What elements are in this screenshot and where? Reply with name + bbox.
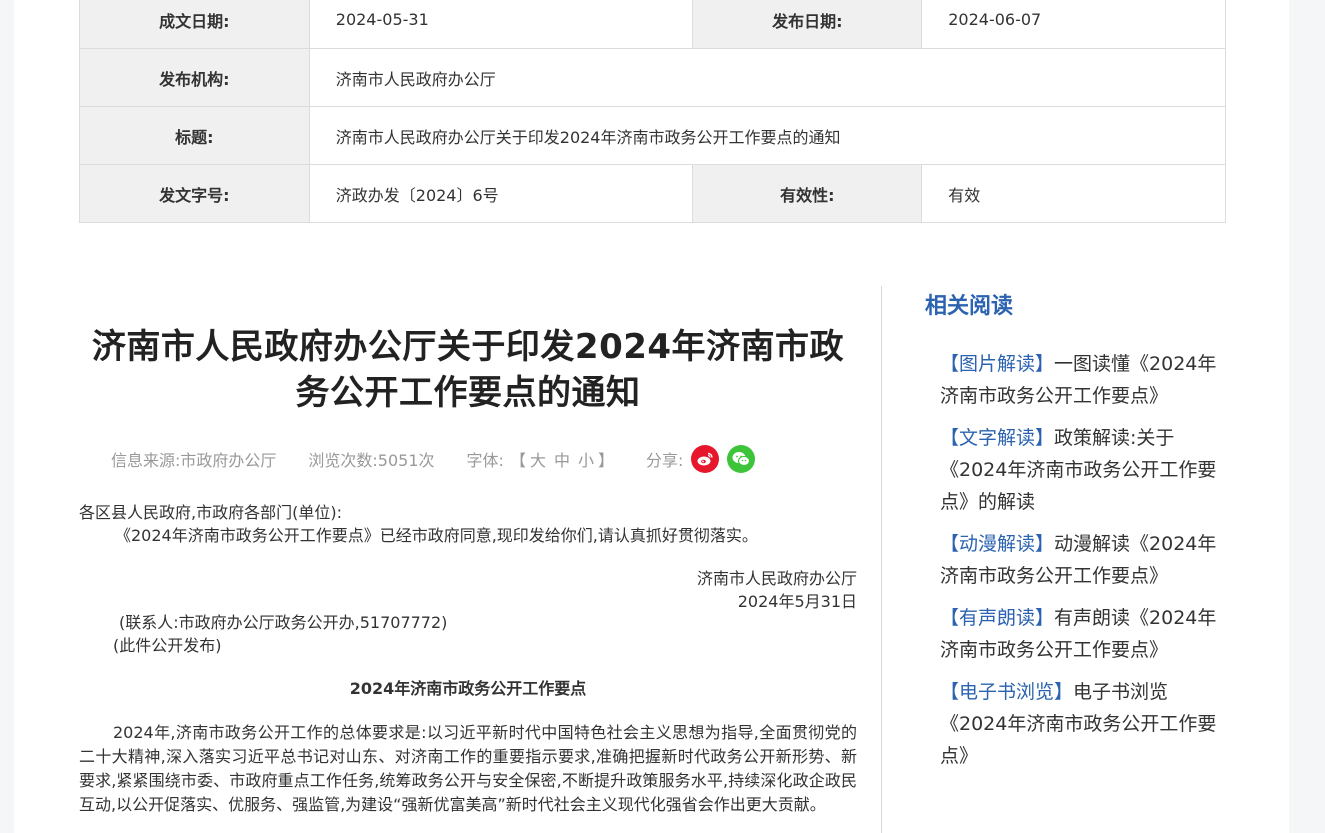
info-row-title: 标题: 济南市人民政府办公厅关于印发2024年济南市政务公开工作要点的通知: [79, 106, 1227, 165]
paragraph-2: 2024年,济南市政务公开工作的总体要求是:以习近平新时代中国特色社会主义思想为…: [79, 723, 857, 814]
wechat-icon: [732, 452, 751, 466]
font-bracket-open: 【: [509, 451, 526, 470]
validity-value: 有效: [921, 164, 1226, 223]
related-item-image[interactable]: 【图片解读】一图读懂《2024年济南市政务公开工作要点》: [940, 348, 1222, 412]
paragraph-1: 《2024年济南市政务公开工作要点》已经市政府同意,现印发给你们,请认真抓好贯彻…: [115, 526, 758, 545]
agency-label: 发布机构:: [79, 48, 310, 107]
weibo-icon: [697, 452, 714, 466]
public-note: (此件公开发布): [113, 636, 222, 655]
date-written-value: 2024-05-31: [308, 0, 694, 49]
font-size-large-button[interactable]: 大: [530, 447, 546, 471]
related-item-ebook[interactable]: 【电子书浏览】电子书浏览《2024年济南市政务公开工作要点》: [940, 676, 1222, 772]
date-published-label: 发布日期:: [692, 0, 923, 49]
agency-value: 济南市人民政府办公厅: [308, 48, 1227, 107]
related-item-text-interpretation[interactable]: 【文字解读】政策解读:关于《2024年济南市政务公开工作要点》的解读: [940, 422, 1222, 518]
related-item-tag: 【动漫解读】: [940, 533, 1055, 555]
salutation: 各区县人民政府,市政府各部门(单位):: [79, 503, 342, 522]
validity-label: 有效性:: [692, 164, 923, 223]
info-row-dates: 成文日期: 2024-05-31 发布日期: 2024-06-07: [79, 0, 1226, 49]
font-size-small-button[interactable]: 小: [578, 447, 594, 471]
font-size-medium-button[interactable]: 中: [554, 447, 570, 471]
related-item-tag: 【电子书浏览】: [940, 681, 1074, 703]
signature-date: 2024年5月31日: [737, 592, 857, 611]
contact-info: (联系人:市政府办公厅政务公开办,51707772): [119, 613, 448, 632]
related-reading-list: 【图片解读】一图读懂《2024年济南市政务公开工作要点》 【文字解读】政策解读:…: [940, 348, 1222, 782]
weibo-share-button[interactable]: [691, 445, 720, 473]
info-row-docno: 发文字号: 济政办发〔2024〕6号 有效性: 有效: [79, 164, 1226, 223]
font-size-label: 字体:: [466, 451, 504, 470]
attachment-subtitle: 2024年济南市政务公开工作要点: [349, 679, 587, 698]
page-margin-left: [0, 0, 14, 833]
related-item-audio[interactable]: 【有声朗读】有声朗读《2024年济南市政务公开工作要点》: [940, 602, 1222, 666]
view-count: 浏览次数:5051次: [308, 451, 435, 470]
article-title: 济南市人民政府办公厅关于印发2024年济南市政务公开工作要点的通知: [91, 327, 845, 413]
article-meta-row: 信息来源:市政府办公厅 浏览次数:5051次 字体: 【 大 中 小 】 分享:: [80, 443, 856, 475]
title-label: 标题:: [79, 106, 310, 165]
column-divider: [881, 286, 882, 833]
doc-no-value: 济政办发〔2024〕6号: [308, 164, 694, 223]
related-reading-heading: 相关阅读: [925, 294, 1014, 319]
source-info: 信息来源:市政府办公厅: [111, 451, 277, 470]
page-margin-right: [1289, 0, 1325, 833]
related-item-animation[interactable]: 【动漫解读】动漫解读《2024年济南市政务公开工作要点》: [940, 528, 1222, 592]
doc-no-label: 发文字号:: [79, 164, 310, 223]
document-info-table: 成文日期: 2024-05-31 发布日期: 2024-06-07 发布机构: …: [79, 0, 1227, 223]
title-value: 济南市人民政府办公厅关于印发2024年济南市政务公开工作要点的通知: [308, 106, 1227, 165]
related-item-tag: 【有声朗读】: [940, 607, 1055, 629]
related-item-tag: 【图片解读】: [940, 353, 1055, 375]
share-label: 分享:: [646, 451, 684, 470]
info-row-agency: 发布机构: 济南市人民政府办公厅: [79, 48, 1227, 107]
font-bracket-close: 】: [598, 451, 615, 470]
signature-org: 济南市人民政府办公厅: [696, 569, 857, 588]
wechat-share-button[interactable]: [727, 445, 756, 473]
date-published-value: 2024-06-07: [921, 0, 1226, 49]
related-item-tag: 【文字解读】: [940, 427, 1055, 449]
date-written-label: 成文日期:: [79, 0, 310, 49]
